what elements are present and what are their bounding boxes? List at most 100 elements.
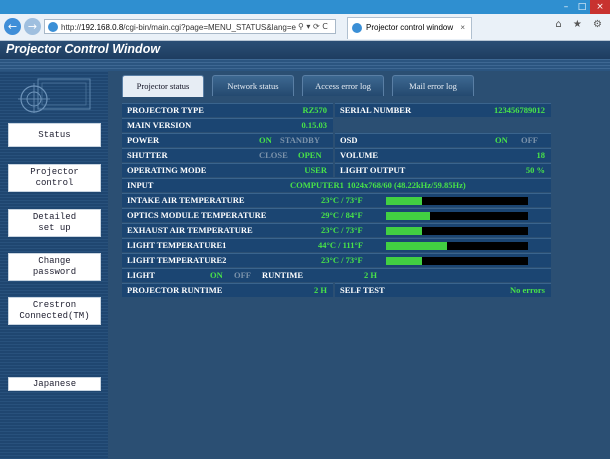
projector-type-value: RZ570	[302, 105, 327, 115]
address-tools-icons[interactable]: ⚲ ▾ ⟳ C	[298, 19, 328, 34]
osd-label: OSD	[340, 135, 358, 145]
temperature-value: 44°C / 111°F	[318, 240, 364, 250]
sidebar: Status Projector control Detailed set up…	[0, 71, 108, 459]
serial-number-label: SERIAL NUMBER	[340, 105, 412, 115]
shutter-row: SHUTTER CLOSE OPEN	[122, 148, 333, 162]
temperature-value: 23°C / 73°F	[321, 195, 363, 205]
self-test-row: SELF TEST No errors	[335, 283, 551, 297]
light-output-value: 50 %	[525, 165, 545, 175]
main-version-label: MAIN VERSION	[127, 120, 192, 130]
operating-mode-value: USER	[304, 165, 327, 175]
temperature-gauge-fill	[386, 197, 422, 205]
runtime-label: RUNTIME	[262, 270, 304, 280]
browser-navbar: ← → http://192.168.0.8/cgi-bin/main.cgi?…	[0, 14, 610, 41]
url-path: /cgi-bin/main.cgi?page=MENU_STATUS&lang=…	[123, 23, 296, 32]
address-bar[interactable]: http://192.168.0.8/cgi-bin/main.cgi?page…	[44, 19, 336, 34]
osd-off-value: OFF	[521, 135, 538, 145]
tab-mail-error-log[interactable]: Mail error log	[392, 75, 474, 96]
close-window-button[interactable]: ×	[590, 0, 610, 14]
temperature-row: EXHAUST AIR TEMPERATURE 23°C / 73°F	[122, 223, 551, 237]
window-controls: – □ ×	[558, 0, 610, 14]
maximize-button[interactable]: □	[574, 0, 590, 14]
temperature-label: EXHAUST AIR TEMPERATURE	[127, 225, 253, 235]
temperature-value: 23°C / 73°F	[321, 255, 363, 265]
temperature-row: INTAKE AIR TEMPERATURE 23°C / 73°F	[122, 193, 551, 207]
temperature-label: INTAKE AIR TEMPERATURE	[127, 195, 245, 205]
back-button[interactable]: ←	[4, 18, 21, 35]
change-password-button[interactable]: Change password	[8, 253, 101, 281]
temperature-gauge-fill	[386, 242, 448, 250]
operating-mode-row: OPERATING MODE USER	[122, 163, 333, 177]
projector-control-button[interactable]: Projector control	[8, 164, 101, 192]
url-prefix: http://	[61, 23, 82, 32]
temperature-value: 29°C / 84°F	[321, 210, 363, 220]
power-row: POWER ON STANDBY	[122, 133, 333, 147]
toolbar-icons[interactable]: ⌂ ★ ⚙	[555, 19, 606, 30]
browser-titlebar: – □ ×	[0, 0, 610, 14]
shutter-label: SHUTTER	[127, 150, 168, 160]
browser-tab[interactable]: Projector control window ×	[347, 17, 472, 39]
tab-page-icon	[352, 23, 362, 33]
page-title: Projector Control Window	[6, 42, 161, 56]
volume-value: 18	[536, 150, 546, 160]
temperature-row: OPTICS MODULE TEMPERATURE 29°C / 84°F	[122, 208, 551, 222]
input-signal-value: 1024x768/60 (48.22kHz/59.85Hz)	[347, 180, 466, 190]
projector-runtime-value: 2 H	[314, 285, 327, 295]
temperature-value: 23°C / 73°F	[321, 225, 363, 235]
runtime-value: 2 H	[364, 270, 377, 280]
temperature-label: LIGHT TEMPERATURE1	[127, 240, 227, 250]
status-panel: PROJECTOR TYPE RZ570 SERIAL NUMBER 12345…	[116, 97, 551, 359]
temperature-gauge-fill	[386, 227, 422, 235]
temperature-gauge	[386, 242, 528, 250]
temperature-gauge	[386, 212, 528, 220]
tab-projector-status[interactable]: Projector status	[122, 75, 204, 98]
temperature-row: LIGHT TEMPERATURE1 44°C / 111°F	[122, 238, 551, 252]
projector-type-row: PROJECTOR TYPE RZ570	[122, 103, 333, 117]
url-host: 192.168.0.8	[81, 23, 124, 32]
minimize-button[interactable]: –	[558, 0, 574, 14]
projector-logo-icon	[18, 78, 91, 113]
tab-network-status[interactable]: Network status	[212, 75, 294, 96]
light-on-value: ON	[210, 270, 223, 280]
shutter-close-value: CLOSE	[259, 150, 288, 160]
temperature-gauge	[386, 257, 528, 265]
projector-runtime-label: PROJECTOR RUNTIME	[127, 285, 223, 295]
volume-row: VOLUME 18	[335, 148, 551, 162]
operating-mode-label: OPERATING MODE	[127, 165, 207, 175]
crestron-connected-button[interactable]: Crestron Connected(TM)	[8, 297, 101, 325]
shutter-open-value: OPEN	[298, 150, 322, 160]
detailed-setup-button[interactable]: Detailed set up	[8, 209, 101, 237]
tab-bar: Projector status Network status Access e…	[116, 75, 506, 98]
temperature-gauge-fill	[386, 212, 431, 220]
power-on-value: ON	[259, 135, 272, 145]
tab-access-error-log[interactable]: Access error log	[302, 75, 384, 96]
tab-close-icon[interactable]: ×	[460, 18, 465, 38]
osd-on-value: ON	[495, 135, 508, 145]
light-label: LIGHT	[127, 270, 155, 280]
main-content: Projector status Network status Access e…	[108, 71, 610, 459]
input-row: INPUT COMPUTER1 1024x768/60 (48.22kHz/59…	[122, 178, 551, 192]
light-row: LIGHT ON OFF RUNTIME 2 H	[122, 268, 551, 282]
light-output-label: LIGHT OUTPUT	[340, 165, 406, 175]
temperature-gauge	[386, 227, 528, 235]
serial-number-value: 123456789012	[494, 105, 545, 115]
temperature-row: LIGHT TEMPERATURE2 23°C / 73°F	[122, 253, 551, 267]
self-test-label: SELF TEST	[340, 285, 385, 295]
input-label: INPUT	[127, 180, 154, 190]
serial-number-row: SERIAL NUMBER 123456789012	[335, 103, 551, 117]
self-test-value: No errors	[509, 285, 545, 295]
volume-label: VOLUME	[340, 150, 379, 160]
header-stripe	[0, 59, 610, 71]
light-off-value: OFF	[234, 270, 251, 280]
japanese-button[interactable]: Japanese	[8, 377, 101, 391]
projector-runtime-row: PROJECTOR RUNTIME 2 H	[122, 283, 333, 297]
forward-button[interactable]: →	[24, 18, 41, 35]
light-output-row: LIGHT OUTPUT 50 %	[335, 163, 551, 177]
temperature-gauge	[386, 197, 528, 205]
main-version-row: MAIN VERSION 0.15.03	[122, 118, 333, 132]
power-label: POWER	[127, 135, 160, 145]
osd-row: OSD ON OFF	[335, 133, 551, 147]
page-header: Projector Control Window	[0, 41, 610, 59]
status-button[interactable]: Status	[8, 123, 101, 147]
temperature-gauge-fill	[386, 257, 422, 265]
